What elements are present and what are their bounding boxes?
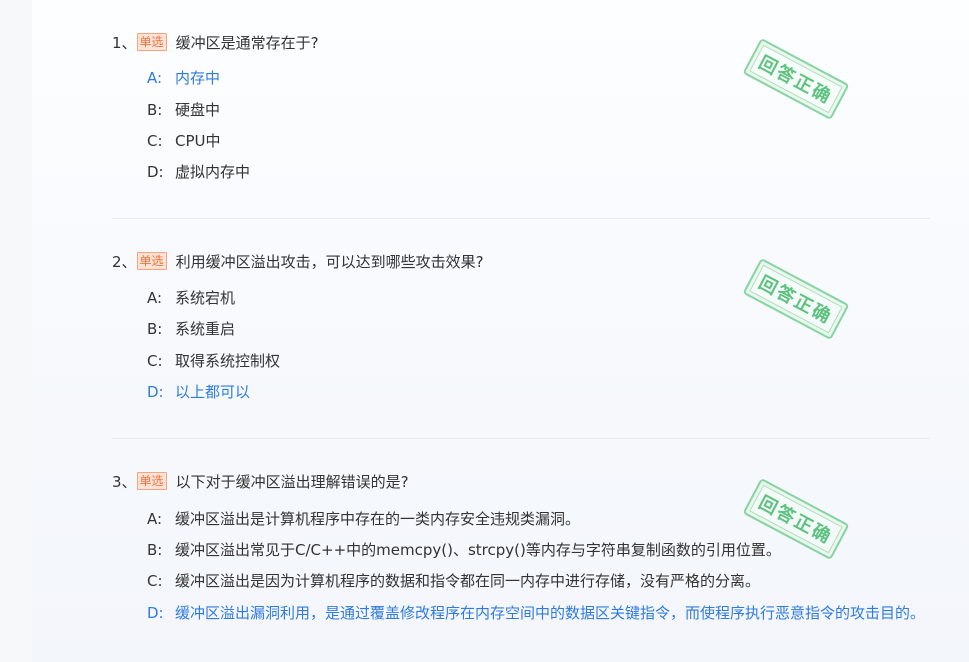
single-choice-badge: 单选 <box>136 33 167 51</box>
option-letter: C: <box>147 572 163 590</box>
question-header: 3、 单选 以下对于缓冲区溢出理解错误的是? <box>112 470 409 492</box>
question-number: 2、 <box>112 252 137 271</box>
option-letter: D: <box>147 604 164 622</box>
option-letter: B: <box>147 541 163 559</box>
question-text: 以下对于缓冲区溢出理解错误的是? <box>175 472 409 491</box>
option-d[interactable]: D: 虚拟内存中 <box>147 162 927 183</box>
quiz-results-panel: 1、 单选 缓冲区是通常存在于? A: 内存中 B: 硬盘中 C: CPU中 D… <box>32 0 969 662</box>
option-letter: D: <box>147 383 164 401</box>
option-letter: C: <box>147 352 163 370</box>
option-text: 取得系统控制权 <box>175 352 281 370</box>
single-choice-badge: 单选 <box>136 252 167 270</box>
single-choice-badge: 单选 <box>136 472 167 490</box>
option-letter: A: <box>147 69 163 87</box>
question-number: 1、 <box>112 33 137 52</box>
option-letter: C: <box>147 132 163 150</box>
question-header: 2、 单选 利用缓冲区溢出攻击，可以达到哪些攻击效果? <box>112 250 484 272</box>
question-text: 缓冲区是通常存在于? <box>175 33 319 52</box>
option-d[interactable]: D: 以上都可以 <box>147 382 927 403</box>
divider <box>112 218 930 219</box>
option-letter: B: <box>147 320 163 338</box>
option-text: 以上都可以 <box>175 383 251 401</box>
option-c[interactable]: C: 取得系统控制权 <box>147 351 927 372</box>
option-letter: A: <box>147 289 163 307</box>
option-text: CPU中 <box>175 132 221 150</box>
question-number: 3、 <box>112 472 137 491</box>
option-c[interactable]: C: 缓冲区溢出是因为计算机程序的数据和指令都在同一内存中进行存储，没有严格的分… <box>147 571 927 592</box>
option-letter: D: <box>147 163 164 181</box>
option-text: 虚拟内存中 <box>175 163 251 181</box>
option-letter: A: <box>147 510 163 528</box>
option-text: 缓冲区溢出是因为计算机程序的数据和指令都在同一内存中进行存储，没有严格的分离。 <box>175 572 761 590</box>
option-letter: B: <box>147 101 163 119</box>
divider <box>112 438 930 439</box>
option-d[interactable]: D: 缓冲区溢出漏洞利用，是通过覆盖修改程序在内存空间中的数据区关键指令，而使程… <box>147 603 927 624</box>
left-rail <box>0 0 33 662</box>
option-c[interactable]: C: CPU中 <box>147 131 927 152</box>
question-text: 利用缓冲区溢出攻击，可以达到哪些攻击效果? <box>175 252 484 271</box>
question-header: 1、 单选 缓冲区是通常存在于? <box>112 31 319 53</box>
option-text: 缓冲区溢出漏洞利用，是通过覆盖修改程序在内存空间中的数据区关键指令，而使程序执行… <box>175 604 926 622</box>
